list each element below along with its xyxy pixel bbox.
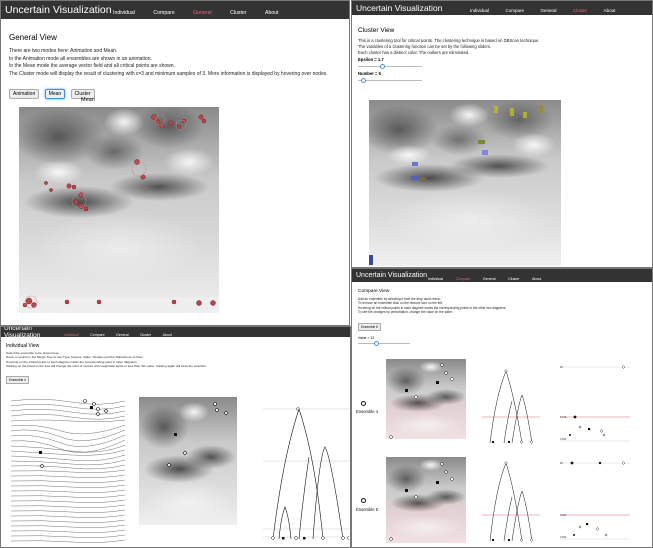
mean-field-visualization[interactable] [19,107,219,313]
navbar: Uncertain Visualization Individual Compa… [352,1,652,15]
nav-individual[interactable]: Individual [113,10,135,16]
ensemble-persistence-diagram[interactable]: 60 0.170 0.053 [560,361,630,445]
description-line: Clicking on the points in the tree will … [6,363,207,368]
cluster-view-window: Uncertain Visualization Individual Compa… [351,0,653,268]
nav-compare[interactable]: Compare [153,10,174,16]
navbar: Uncertain Visualization Individual Compa… [352,269,652,282]
description-line: Each cluster has a distinct color. The o… [358,49,470,55]
number-slider[interactable] [358,77,422,83]
nav-individual[interactable]: Individual [428,277,443,281]
epsilon-slider-thumb[interactable] [380,63,385,69]
page-title: Compare View [358,289,390,294]
nav-compare[interactable]: Compare [90,333,104,337]
compare-view-window: Uncertain Visualization Individual Compa… [351,268,653,548]
animation-button[interactable]: Animation [9,89,40,99]
navbar: Uncertain Visualization Individual Compa… [1,1,349,19]
chart-title: Mean [81,97,95,103]
nav-about[interactable]: About [265,10,279,16]
brand-title[interactable]: Uncertain Visualization [356,3,470,13]
nav-about[interactable]: About [604,8,616,13]
description-line: The Cluster mode will display the result… [9,70,328,77]
nav-cluster[interactable]: Cluster [230,10,246,16]
remove-ensemble-icon[interactable] [361,401,366,406]
ensemble-dropdown[interactable]: Ensemble 4 [6,376,29,385]
ensemble-label: Ensemble 4 [356,409,379,414]
value-slider-thumb[interactable] [374,341,379,347]
ensemble-merge-tree[interactable] [482,457,540,543]
cluster-field-visualization[interactable] [369,100,561,266]
nav-about[interactable]: About [163,333,172,337]
brand-title[interactable]: Uncertain Visualization [356,272,428,279]
nav-about[interactable]: About [532,277,541,281]
ensemble-scalar-field[interactable] [386,359,466,439]
remove-ensemble-icon[interactable] [361,498,366,503]
page-title: Cluster View [358,27,395,34]
epsilon-label: Epsilon = 1.7 [358,57,384,63]
description-line: There are two modes here: Animation and … [9,48,118,54]
scalar-field-plot[interactable] [139,397,237,525]
description-line: In the Mean mode the average vector fiel… [9,63,175,69]
individual-view-window: Uncertain Visualization Individual Compa… [0,326,351,548]
number-label: Number = 6 [358,71,381,77]
brand-title[interactable]: Uncertain Visualization [4,327,64,339]
nav-compare[interactable]: Compare [505,8,524,13]
mean-button[interactable]: Mean [44,89,66,99]
nav-individual[interactable]: Individual [64,333,79,337]
axis-tick: 0.170 [560,416,567,419]
nav-general[interactable]: General [193,10,211,16]
description-line: In the Animation mode all ensembles are … [9,55,152,62]
ensemble-dropdown[interactable]: Ensemble 6 [358,322,381,331]
ensemble-label: Ensemble 5 [356,507,379,512]
nav-individual[interactable]: Individual [470,8,489,13]
axis-tick: 0.053 [560,536,567,539]
nav-general[interactable]: General [483,277,496,281]
nav-general[interactable]: General [540,8,556,13]
number-slider-thumb[interactable] [361,77,366,83]
value-slider[interactable] [358,341,410,347]
ensemble-merge-tree[interactable] [482,365,540,445]
general-view-window: Uncertain Visualization Individual Compa… [0,0,350,326]
ensemble-scalar-field[interactable] [386,457,466,543]
page-title: Individual View [6,343,40,349]
value-label: Value = 13 [358,335,375,340]
merge-tree-plot[interactable] [263,397,349,543]
ensemble-persistence-diagram[interactable]: 60 0.190 0.053 [560,457,630,543]
navbar: Uncertain Visualization Individual Compa… [1,327,350,339]
nav-cluster[interactable]: Cluster [508,277,519,281]
nav-general[interactable]: General [116,333,128,337]
brand-title[interactable]: Uncertain Visualization [5,4,113,16]
axis-tick: 0.053 [560,438,567,441]
vector-field-plot[interactable] [11,397,125,543]
nav-compare[interactable]: Compare [456,277,471,281]
axis-tick: 0.190 [560,514,567,517]
nav-cluster[interactable]: Cluster [140,333,151,337]
description-line: To see the changes by perturbation, chan… [358,310,453,315]
axis-tick: 60 [560,366,563,369]
nav-cluster[interactable]: Cluster [573,8,587,13]
epsilon-slider[interactable] [358,63,422,69]
page-title: General View [9,33,57,42]
axis-tick: 60 [560,462,563,465]
